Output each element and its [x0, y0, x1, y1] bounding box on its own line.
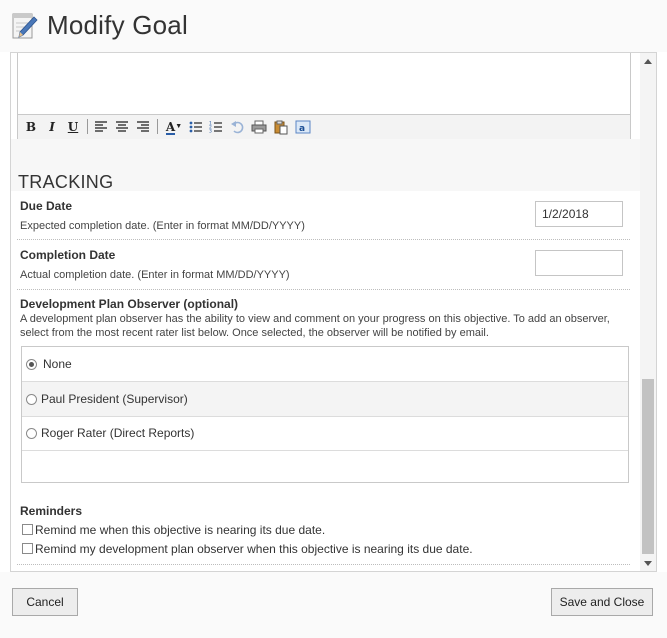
observer-option-none[interactable]: None — [22, 347, 628, 382]
align-left-icon[interactable] — [94, 119, 108, 135]
dialog-footer: Cancel Save and Close — [0, 572, 667, 638]
align-center-icon[interactable] — [115, 119, 129, 135]
due-date-hint: Expected completion date. (Enter in form… — [20, 220, 305, 232]
numbered-list-icon[interactable]: 123 — [209, 119, 223, 135]
svg-text:3: 3 — [209, 129, 212, 135]
observer-option-paul-president[interactable]: Paul President (Supervisor) — [22, 382, 628, 417]
chevron-down-icon: ▼ — [175, 123, 183, 130]
completion-date-label: Completion Date — [20, 248, 116, 262]
bold-button[interactable]: B — [24, 119, 38, 135]
spellcheck-icon[interactable]: a — [295, 119, 311, 135]
remind-observer-checkbox[interactable] — [22, 543, 33, 554]
align-right-icon[interactable] — [136, 119, 150, 135]
print-icon[interactable] — [251, 119, 267, 135]
observer-label: Development Plan Observer (optional) — [20, 297, 239, 311]
vertical-scrollbar[interactable] — [640, 53, 656, 571]
observer-radio-list: None Paul President (Supervisor) Roger R… — [21, 346, 629, 483]
dialog-title: Modify Goal — [47, 10, 188, 40]
font-color-glyph: A — [165, 120, 176, 135]
observer-option-label: None — [43, 357, 72, 371]
completion-date-input[interactable] — [535, 250, 623, 276]
paste-icon[interactable] — [273, 119, 289, 135]
italic-button[interactable]: I — [45, 119, 59, 135]
remind-observer-label[interactable]: Remind my development plan observer when… — [35, 542, 473, 556]
completion-date-hint: Actual completion date. (Enter in format… — [20, 269, 290, 281]
toolbar-separator — [87, 119, 88, 134]
editor-toolbar: B I U A▼ 123 a — [17, 114, 631, 140]
observer-option-label: Paul President (Supervisor) — [41, 392, 188, 406]
remind-me-checkbox[interactable] — [22, 524, 33, 535]
toolbar-separator — [157, 119, 158, 134]
scroll-up-arrow-icon[interactable] — [644, 59, 652, 64]
divider — [17, 239, 630, 240]
scroll-down-arrow-icon[interactable] — [644, 561, 652, 566]
underline-button[interactable]: U — [66, 119, 80, 135]
dialog-header: Modify Goal — [0, 0, 667, 52]
observer-option-roger-rater[interactable]: Roger Rater (Direct Reports) — [22, 416, 628, 451]
due-date-label: Due Date — [20, 199, 73, 213]
divider — [17, 564, 630, 565]
dialog-body: B I U A▼ 123 a TRACKING Due Date Expecte… — [10, 52, 657, 572]
observer-description: A development plan observer has the abil… — [20, 313, 610, 339]
radio-button[interactable] — [26, 394, 37, 405]
undo-icon[interactable] — [230, 119, 244, 135]
radio-button[interactable] — [26, 359, 37, 370]
svg-text:a: a — [299, 124, 305, 134]
remind-me-label[interactable]: Remind me when this objective is nearing… — [35, 523, 325, 537]
notepad-pencil-icon — [12, 13, 38, 39]
description-editor[interactable] — [17, 53, 631, 115]
font-color-button[interactable]: A▼ — [164, 119, 184, 135]
section-heading-tracking: TRACKING — [18, 172, 114, 192]
scroll-thumb[interactable] — [642, 379, 654, 554]
observer-option-label: Roger Rater (Direct Reports) — [41, 426, 195, 440]
due-date-input[interactable] — [535, 201, 623, 227]
save-and-close-button[interactable]: Save and Close — [551, 588, 653, 616]
radio-button[interactable] — [26, 428, 37, 439]
cancel-button[interactable]: Cancel — [12, 588, 78, 616]
bullet-list-icon[interactable] — [189, 119, 203, 135]
divider — [17, 289, 630, 290]
reminders-label: Reminders — [20, 504, 83, 518]
